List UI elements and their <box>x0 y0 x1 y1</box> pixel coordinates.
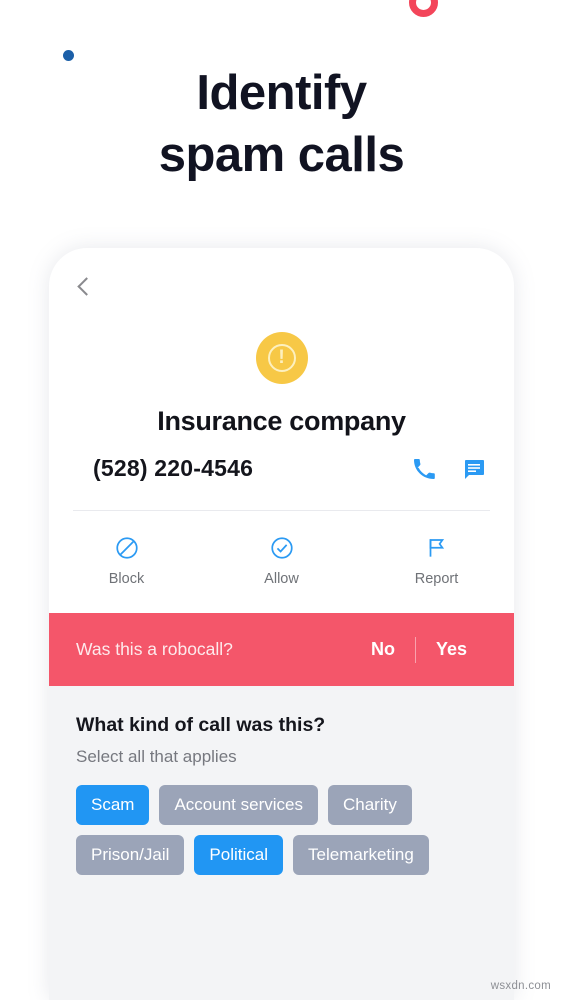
number-row: (528) 220-4546 <box>49 437 514 482</box>
call-type-tag[interactable]: Charity <box>327 785 412 825</box>
call-type-subtitle: Select all that applies <box>76 747 237 766</box>
allow-action-label: Allow <box>264 571 299 587</box>
block-action-label: Block <box>108 571 145 587</box>
phone-icon[interactable] <box>412 457 436 481</box>
call-type-title: What kind of call was this? <box>76 714 326 736</box>
call-type-panel: What kind of call was this? Select all t… <box>49 686 514 1000</box>
robocall-question: Was this a robocall? <box>76 639 233 659</box>
flag-icon <box>359 533 514 563</box>
comm-icons <box>412 457 486 481</box>
contact-name: Insurance company <box>157 406 406 436</box>
call-type-tag[interactable]: Account services <box>159 785 318 825</box>
page-title: Identify spam calls <box>0 62 563 186</box>
watermark: wsxdn.com <box>490 980 551 992</box>
allow-action[interactable]: Allow <box>204 533 359 587</box>
page-title-line-2: spam calls <box>158 128 405 182</box>
check-circle-icon <box>204 533 359 563</box>
chevron-left-icon[interactable] <box>73 276 95 298</box>
robocall-yes-button[interactable]: Yes <box>416 639 487 660</box>
decorative-blue-dot <box>63 50 74 61</box>
robocall-no-button[interactable]: No <box>351 639 415 660</box>
page-title-line-1: Identify <box>196 66 367 120</box>
block-action[interactable]: Block <box>49 533 204 587</box>
warning-exclamation-icon: ! <box>255 332 308 384</box>
decorative-red-ring <box>409 0 438 17</box>
robocall-bar: Was this a robocall? No Yes <box>49 613 514 686</box>
message-icon[interactable] <box>462 457 486 481</box>
robocall-answers: No Yes <box>351 636 487 663</box>
status-badge: ! <box>49 332 514 384</box>
phone-mockup: ! Insurance company (528) 220-4546 Block… <box>49 248 514 1000</box>
report-action[interactable]: Report <box>359 533 514 587</box>
phone-number: (528) 220-4546 <box>93 455 254 481</box>
block-circle-slash-icon <box>49 533 204 563</box>
call-type-tag[interactable]: Telemarketing <box>293 835 429 875</box>
call-type-tag[interactable]: Prison/Jail <box>76 835 185 875</box>
report-action-label: Report <box>414 571 459 587</box>
call-type-tag[interactable]: Political <box>194 835 284 875</box>
action-row: Block Allow Report <box>49 511 514 613</box>
warning-ring: ! <box>267 344 296 372</box>
warning-bang: ! <box>278 347 285 368</box>
back-row <box>49 248 514 326</box>
call-type-tag[interactable]: Scam <box>76 785 150 825</box>
call-type-tag-list: Scam Account services Charity Prison/Jail Po… <box>49 767 514 875</box>
